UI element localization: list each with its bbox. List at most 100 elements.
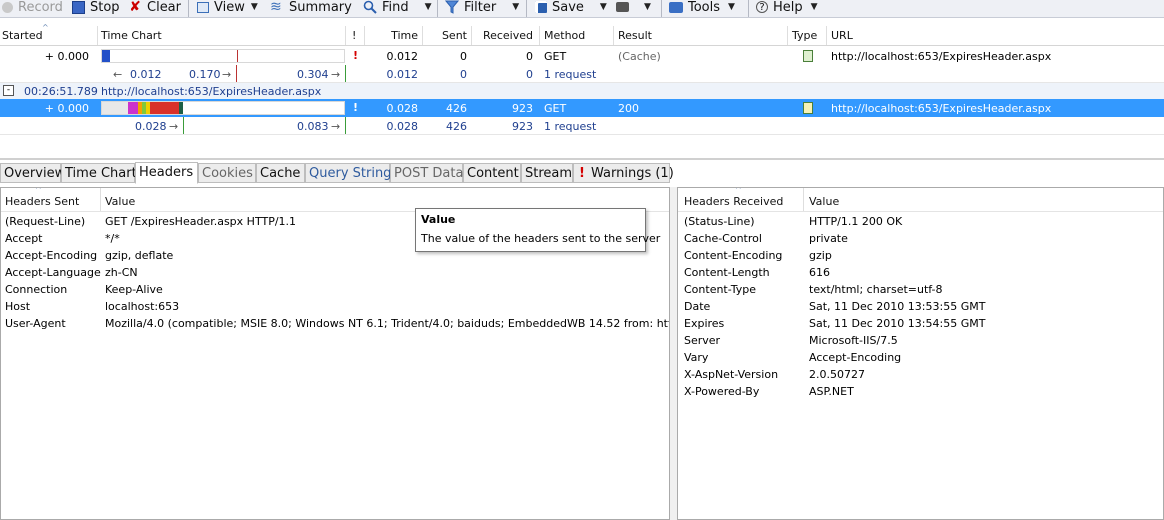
header-value[interactable]: gzip [809,249,832,262]
headers-received-header: ^ Headers Received Value [678,188,1163,212]
header-value[interactable]: GET /ExpiresHeader.aspx HTTP/1.1 [105,215,296,228]
column-result[interactable]: Result [618,29,652,42]
column-method[interactable]: Method [544,29,585,42]
column-time-chart[interactable]: Time Chart [101,29,162,42]
header-value[interactable]: 2.0.50727 [809,368,865,381]
column-received[interactable]: Received [471,29,533,42]
marker-line [183,117,184,134]
separator [526,0,527,17]
header-name[interactable]: (Status-Line) [684,215,755,228]
request-count: 1 request [544,120,597,133]
header-value[interactable]: localhost:653 [105,300,179,313]
warning-icon: ! [353,101,359,114]
header-name[interactable]: Accept [5,232,43,245]
header-name[interactable]: Date [684,300,710,313]
header-value[interactable]: Mozilla/4.0 (compatible; MSIE 8.0; Windo… [105,317,669,330]
header-value[interactable]: HTTP/1.1 200 OK [809,215,902,228]
summary-button[interactable]: ≋ Summary [270,0,352,17]
header-value[interactable]: text/html; charset=utf-8 [809,283,943,296]
stop-button[interactable]: Stop [72,0,120,17]
help-menu[interactable]: ? Help ▼ [756,0,818,17]
tab-cookies[interactable]: Cookies [198,163,256,183]
sort-arrow-icon: ^ [42,23,49,32]
column-url[interactable]: URL [831,29,853,42]
time-chart-bar [101,49,345,63]
print-menu[interactable]: ▼ [616,0,651,17]
column-started[interactable]: Started [2,29,43,42]
filter-icon [444,0,460,14]
sent-cell: 0 [460,50,467,63]
header-name[interactable]: Expires [684,317,724,330]
page-url[interactable]: http://localhost:653/ExpiresHeader.aspx [101,85,321,98]
filter-menu[interactable]: Filter ▼ [444,0,519,17]
tab-cache[interactable]: Cache [256,163,305,183]
header-value[interactable]: Keep-Alive [105,283,163,296]
view-icon [197,1,209,13]
received-cell: 0 [526,68,533,81]
header-name[interactable]: Server [684,334,720,347]
header-value[interactable]: */* [105,232,120,245]
column-headers-received[interactable]: Headers Received [684,195,783,208]
help-icon: ? [756,1,768,13]
clear-button[interactable]: ✘ Clear [128,0,181,17]
tab-query-string[interactable]: Query String [305,163,391,183]
header-name[interactable]: Content-Type [684,283,756,296]
pane-splitter[interactable] [670,187,677,520]
tab-post-data[interactable]: POST Data [390,163,463,183]
column-headers-sent[interactable]: Headers Sent [5,195,79,208]
time-chart-bar [101,101,345,115]
header-value[interactable]: ASP.NET [809,385,854,398]
record-button[interactable]: Record [2,0,63,17]
header-name[interactable]: Vary [684,351,708,364]
header-name[interactable]: Content-Encoding [684,249,782,262]
column-warning[interactable]: ! [352,29,356,42]
column-divider [826,26,827,45]
column-value[interactable]: Value [105,195,135,208]
request-row[interactable]: + 0.000 ! 0.012 0 0 GET (Cache) http://l… [0,47,1164,65]
chevron-down-icon: ▼ [810,2,818,12]
find-menu[interactable]: Find ▼ [363,0,432,17]
header-name[interactable]: Connection [5,283,67,296]
view-menu[interactable]: View ▼ [197,0,258,17]
header-name[interactable]: Accept-Encoding [5,249,97,262]
sent-cell: 0 [460,68,467,81]
header-name[interactable]: User-Agent [5,317,66,330]
column-type[interactable]: Type [792,29,817,42]
collapse-icon[interactable]: - [3,85,14,96]
tab-content[interactable]: Content [463,163,521,183]
result-cell: 200 [618,102,639,115]
tab-overview[interactable]: Overview [0,163,65,183]
save-menu[interactable]: Save ▼ [535,0,607,17]
tooltip-title: Value [421,213,456,226]
header-name[interactable]: Host [5,300,30,313]
header-name[interactable]: X-AspNet-Version [684,368,778,381]
header-value[interactable]: Accept-Encoding [809,351,901,364]
header-value[interactable]: zh-CN [105,266,138,279]
header-value[interactable]: Sat, 11 Dec 2010 13:53:55 GMT [809,300,985,313]
stop-icon [72,0,85,14]
tab-stream[interactable]: Stream [521,163,573,183]
column-value[interactable]: Value [809,195,839,208]
document-icon [803,50,813,62]
tab-headers[interactable]: Headers [135,162,198,184]
header-value[interactable]: gzip, deflate [105,249,173,262]
header-name[interactable]: Accept-Language [5,266,101,279]
tab-warnings[interactable]: ! Warnings (1) [573,163,674,183]
separator [437,0,438,17]
search-icon [363,0,377,14]
page-group-row[interactable]: - 00:26:51.789 http://localhost:653/Expi… [0,83,1164,99]
header-value[interactable]: Sat, 11 Dec 2010 13:54:55 GMT [809,317,985,330]
header-name[interactable]: Cache-Control [684,232,762,245]
header-value[interactable]: 616 [809,266,830,279]
header-value[interactable]: Microsoft-IIS/7.5 [809,334,898,347]
tab-time-chart[interactable]: Time Chart [61,163,137,183]
header-name[interactable]: (Request-Line) [5,215,85,228]
column-time[interactable]: Time [364,29,418,42]
header-value[interactable]: private [809,232,848,245]
header-name[interactable]: X-Powered-By [684,385,759,398]
request-row-selected[interactable]: + 0.000 ! 0.028 426 923 GET 200 http://l… [0,99,1164,117]
tools-menu[interactable]: Tools ▼ [669,0,735,17]
column-sent[interactable]: Sent [422,29,467,42]
header-name[interactable]: Content-Length [684,266,770,279]
arrow-right-icon: → [222,68,232,81]
